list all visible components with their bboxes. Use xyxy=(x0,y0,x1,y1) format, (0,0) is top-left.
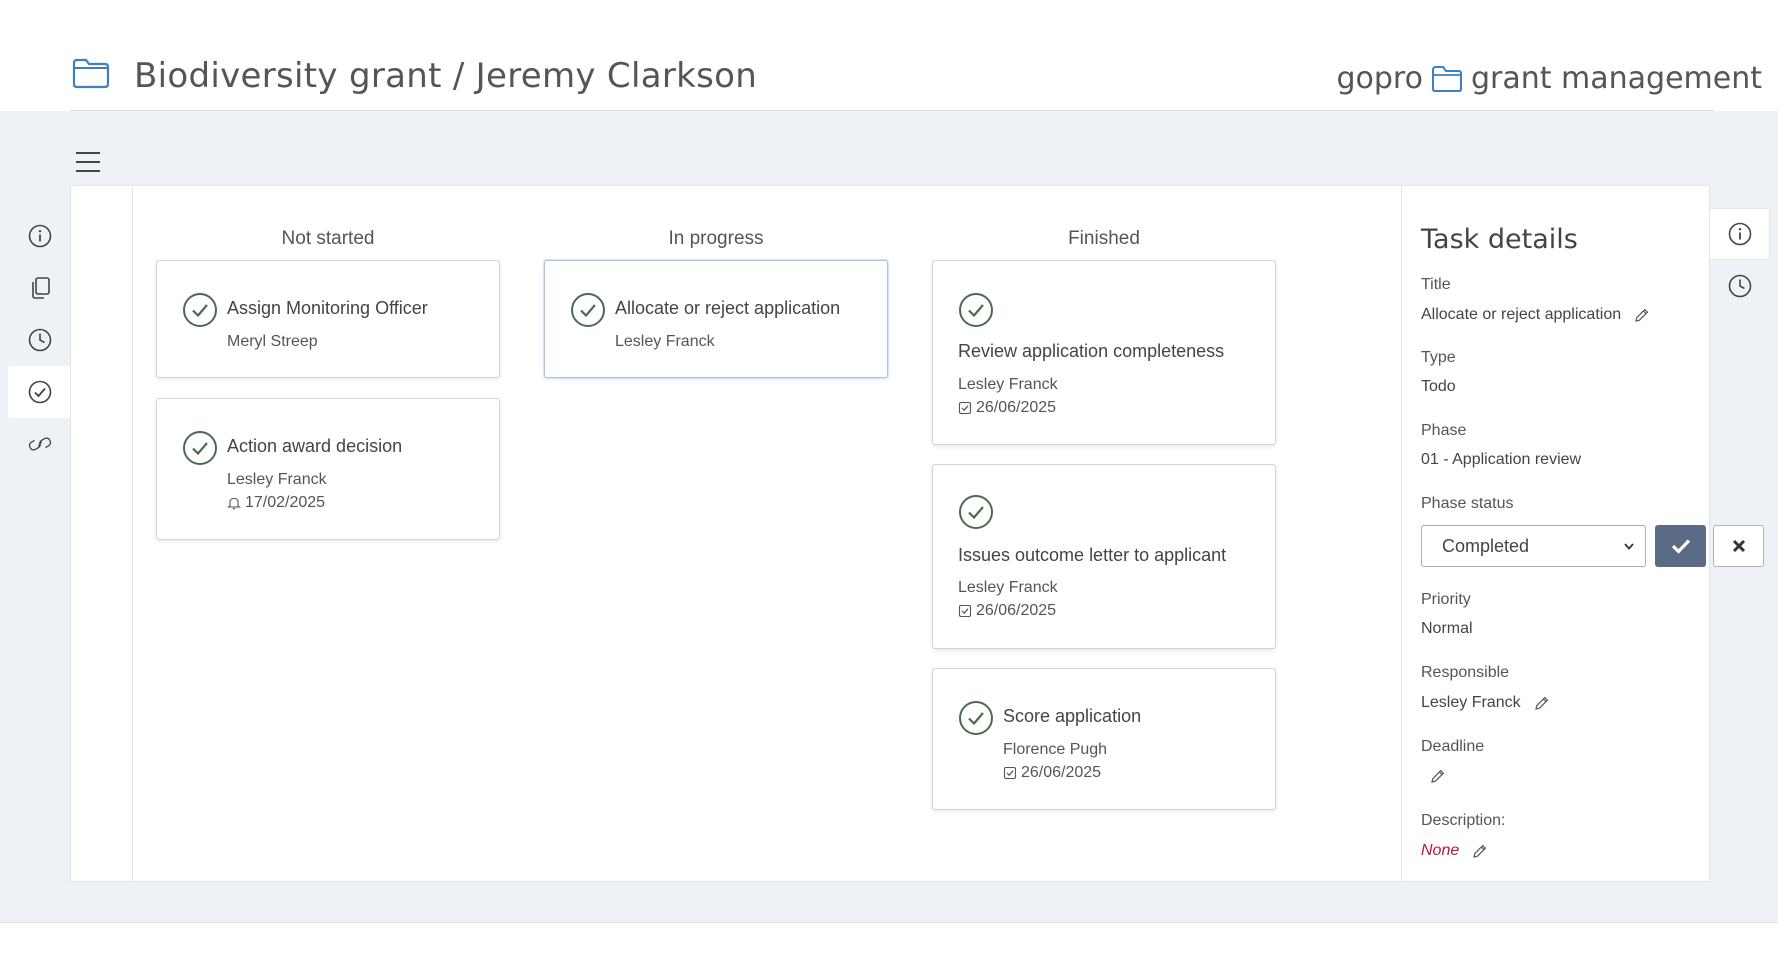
task-title: Assign Monitoring Officer xyxy=(227,298,428,318)
checkbox-icon xyxy=(958,401,972,415)
copy-icon xyxy=(31,277,50,299)
title-label: Title xyxy=(1421,276,1451,293)
info-icon xyxy=(28,224,51,248)
left-icon-rail xyxy=(8,210,71,470)
checkbox-icon xyxy=(1003,766,1017,780)
task-assignee: Lesley Franck xyxy=(615,333,715,350)
edit-pencil-icon[interactable] xyxy=(1533,695,1550,712)
cancel-status-button[interactable] xyxy=(1713,525,1764,567)
deadline-label: Deadline xyxy=(1421,738,1485,755)
date-text: 26/06/2025 xyxy=(1021,764,1102,781)
task-assignee: Lesley Franck xyxy=(958,579,1058,596)
rail-documents-button[interactable] xyxy=(8,262,71,314)
task-title: Action award decision xyxy=(227,436,403,456)
check-circle-icon xyxy=(959,293,993,327)
title-value: Allocate or reject application xyxy=(1421,306,1650,324)
description-label: Description: xyxy=(1421,812,1506,829)
description-value: None xyxy=(1421,842,1488,860)
check-circle-icon xyxy=(183,293,217,327)
task-completed-date: 26/06/2025 xyxy=(958,602,1056,620)
task-assignee: Lesley Franck xyxy=(227,471,327,488)
task-title: Issues outcome letter to applicant xyxy=(958,545,1227,565)
rail-links-button[interactable] xyxy=(8,418,71,470)
task-card[interactable]: Issues outcome letter to applicant Lesle… xyxy=(932,464,1276,649)
task-assignee: Meryl Streep xyxy=(227,333,318,350)
rail-tasks-button[interactable] xyxy=(8,366,71,418)
clock-icon xyxy=(1728,274,1752,298)
type-value: Todo xyxy=(1421,378,1456,395)
folder-icon xyxy=(1431,65,1462,92)
check-circle-icon xyxy=(959,701,993,735)
check-circle-icon xyxy=(571,293,605,327)
description-text: None xyxy=(1421,842,1460,859)
task-title: Allocate or reject application xyxy=(615,298,841,318)
checkmark-icon xyxy=(1671,539,1690,554)
responsible-label: Responsible xyxy=(1421,664,1510,681)
column-title: In progress xyxy=(668,228,764,249)
responsible-text: Lesley Franck xyxy=(1421,694,1521,711)
task-title: Review application completeness xyxy=(958,341,1225,361)
task-title: Score application xyxy=(1003,706,1142,726)
main-panel: Not started Assign Monitoring Officer Me… xyxy=(70,185,1764,882)
title-text: Allocate or reject application xyxy=(1421,306,1622,323)
date-text: 17/02/2025 xyxy=(245,494,326,511)
task-assignee: Lesley Franck xyxy=(958,376,1058,393)
task-completed-date: 26/06/2025 xyxy=(1003,764,1101,782)
app-header: Biodiversity grant / Jeremy Clarkson gop… xyxy=(0,0,1778,111)
page-title: Biodiversity grant / Jeremy Clarkson xyxy=(134,56,758,96)
priority-label: Priority xyxy=(1421,591,1471,608)
phase-label: Phase xyxy=(1421,422,1467,439)
right-icon-rail xyxy=(1710,208,1770,312)
footer-divider xyxy=(0,922,1778,923)
type-label: Type xyxy=(1421,349,1456,366)
edit-pencil-icon[interactable] xyxy=(1429,768,1446,785)
task-card[interactable]: Score application Florence Pugh 26/06/20… xyxy=(932,668,1276,810)
rail-history-button[interactable] xyxy=(1710,260,1770,312)
task-card[interactable]: Action award decision Lesley Franck 17/0… xyxy=(156,398,500,540)
chevron-down-icon xyxy=(1624,543,1634,550)
board-gutter xyxy=(71,186,133,881)
task-card[interactable]: Review application completeness Lesley F… xyxy=(932,260,1276,445)
rail-history-button[interactable] xyxy=(8,314,71,366)
folder-icon xyxy=(72,58,110,89)
task-assignee: Florence Pugh xyxy=(1003,741,1108,758)
phase-status-value: Completed xyxy=(1442,536,1530,556)
bell-icon xyxy=(227,497,241,510)
task-board: Not started Assign Monitoring Officer Me… xyxy=(133,186,1401,881)
phase-status-label: Phase status xyxy=(1421,495,1514,512)
confirm-status-button[interactable] xyxy=(1655,525,1706,567)
edit-pencil-icon[interactable] xyxy=(1633,307,1650,324)
date-text: 26/06/2025 xyxy=(976,399,1057,416)
date-text: 26/06/2025 xyxy=(976,602,1057,619)
column-title: Not started xyxy=(281,228,375,249)
link-icon xyxy=(28,437,51,451)
check-circle-icon xyxy=(183,431,217,465)
task-card-selected[interactable]: Allocate or reject application Lesley Fr… xyxy=(544,260,888,378)
brand-logo: gopro grant management xyxy=(1336,61,1762,96)
check-circle-icon xyxy=(959,495,993,529)
priority-value: Normal xyxy=(1421,620,1473,637)
rail-info-button[interactable] xyxy=(8,210,71,262)
check-circle-icon xyxy=(28,380,51,404)
task-completed-date: 26/06/2025 xyxy=(958,399,1056,417)
phase-status-select[interactable]: Completed xyxy=(1421,525,1646,567)
column-title: Finished xyxy=(1068,228,1140,249)
phase-value: 01 - Application review xyxy=(1421,451,1582,468)
info-icon xyxy=(1728,222,1751,246)
task-details-panel: Task details Title Allocate or reject ap… xyxy=(1401,186,1764,881)
rail-details-button[interactable] xyxy=(1710,208,1770,260)
menu-toggle-icon[interactable] xyxy=(76,152,100,172)
brand-product: grant management xyxy=(1470,61,1762,96)
checkbox-icon xyxy=(958,604,972,618)
close-icon xyxy=(1732,539,1745,553)
brand-name: gopro xyxy=(1336,61,1423,96)
deadline-value xyxy=(1429,768,1446,785)
task-reminder-date: 17/02/2025 xyxy=(227,494,325,512)
responsible-value: Lesley Franck xyxy=(1421,694,1550,712)
task-card[interactable]: Assign Monitoring Officer Meryl Streep xyxy=(156,260,500,378)
clock-icon xyxy=(28,328,51,352)
details-heading: Task details xyxy=(1421,224,1578,255)
edit-pencil-icon[interactable] xyxy=(1471,843,1488,860)
